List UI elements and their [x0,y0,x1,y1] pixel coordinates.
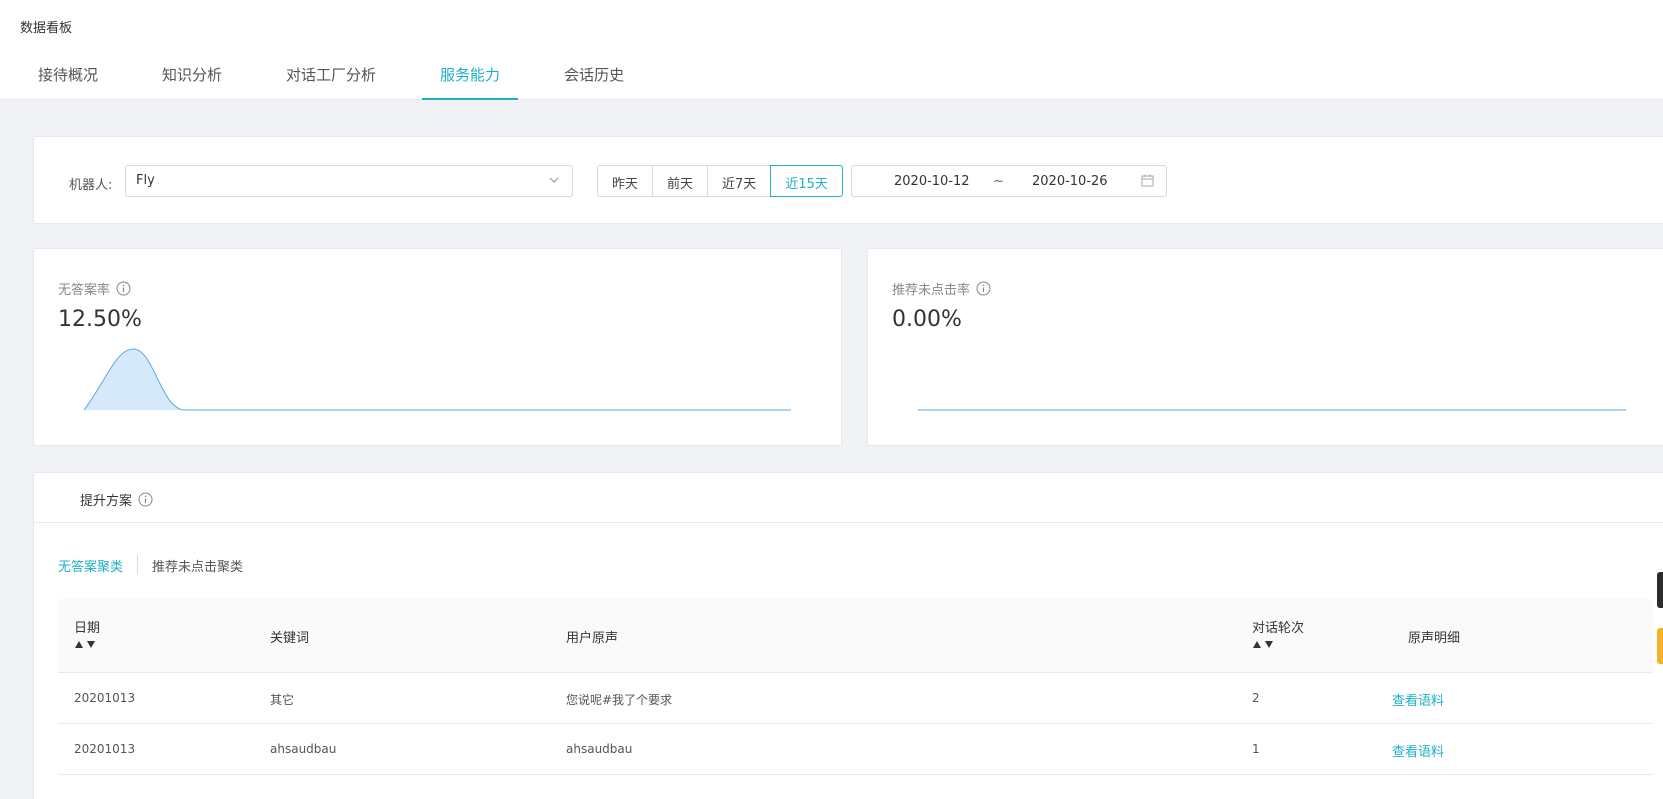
info-icon[interactable] [138,492,153,507]
tab-reception-overview[interactable]: 接待概况 [20,52,116,100]
filter-panel: 机器人: Fly 昨天 前天 近7天 近15天 2020-10-12 ~ 202… [33,136,1663,224]
info-icon[interactable] [976,281,991,296]
cell-date: 20201013 [74,742,136,756]
metric-card-recommend-unclicked-rate: 推荐未点击率 0.00% [867,248,1663,446]
cell-turns: 2 [1252,691,1260,705]
bot-select-value: Fly [136,173,155,188]
column-turns: 对话轮次 [1252,621,1305,636]
table-row: 20201013 ahsaudbau ahsaudbau 1 查看语料 [58,724,1653,775]
tab-knowledge-analysis[interactable]: 知识分析 [144,52,240,100]
cell-user-voice: ahsaudbau [566,742,633,756]
subtab-no-answer-cluster[interactable]: 无答案聚类 [58,556,123,575]
column-date: 日期 [74,621,101,636]
cell-keyword: ahsaudbau [270,742,337,756]
table-row: 20201013 其它 您说呢#我了个要求 2 查看语料 [58,673,1653,724]
metric-value: 12.50% [58,307,142,332]
column-keyword: 关键词 [270,631,310,646]
tab-session-history[interactable]: 会话历史 [546,52,642,100]
tab-dialog-factory-analysis[interactable]: 对话工厂分析 [268,52,394,100]
top-header: 数据看板 接待概况 知识分析 对话工厂分析 服务能力 会话历史 [0,0,1663,100]
no-answer-rate-chart [83,348,791,411]
column-user-voice: 用户原声 [566,631,619,646]
date-end: 2020-10-26 [1032,174,1108,189]
cell-user-voice: 您说呢#我了个要求 [566,693,673,707]
date-start: 2020-10-12 [894,174,970,189]
page-title: 数据看板 [20,21,73,36]
subtab-divider [137,555,139,575]
subtab-unclicked-cluster[interactable]: 推荐未点击聚类 [152,556,243,575]
cell-date: 20201013 [74,691,136,705]
side-float-tab-dark[interactable] [1657,572,1663,608]
date-range-picker[interactable]: 2020-10-12 ~ 2020-10-26 [851,165,1167,197]
calendar-icon [1141,174,1154,187]
range-7days-button[interactable]: 近7天 [707,165,772,197]
date-range-buttons: 昨天 前天 近7天 近15天 [597,165,843,197]
range-yesterday-button[interactable]: 昨天 [597,165,654,197]
view-corpus-link[interactable]: 查看语料 [1392,741,1444,760]
metric-value: 0.00% [892,307,962,332]
bot-label: 机器人: [69,178,113,193]
cluster-subtabs: 无答案聚类 推荐未点击聚类 [58,555,243,575]
column-voice-detail: 原声明细 [1408,631,1461,646]
recommend-unclicked-rate-chart [918,409,1626,411]
chart-series-line [83,348,791,411]
view-corpus-link[interactable]: 查看语料 [1392,690,1444,709]
chevron-down-icon [549,177,559,183]
metric-title: 无答案率 [58,283,111,298]
chart-area [84,349,791,410]
tab-service-capability[interactable]: 服务能力 [422,52,519,100]
sort-icon[interactable] [1252,639,1276,649]
cluster-table: 日期 关键词 用户原声 对话轮次 原声明细 20201013 其它 您说呢#我了… [58,599,1653,775]
plan-header: 提升方案 [34,473,1663,523]
sort-icon[interactable] [74,639,98,649]
date-separator: ~ [993,174,1004,189]
main-tabs: 接待概况 知识分析 对话工厂分析 服务能力 会话历史 [20,52,670,100]
improvement-plan-panel: 提升方案 无答案聚类 推荐未点击聚类 日期 关键词 用户原声 对话轮次 原声明细… [33,472,1663,799]
range-day-before-button[interactable]: 前天 [652,165,709,197]
info-icon[interactable] [116,281,131,296]
cell-turns: 1 [1252,742,1260,756]
range-15days-button[interactable]: 近15天 [770,165,843,197]
table-header: 日期 关键词 用户原声 对话轮次 原声明细 [58,599,1653,673]
metric-card-no-answer-rate: 无答案率 12.50% [33,248,842,446]
metric-title: 推荐未点击率 [892,283,971,298]
side-float-tab-yellow[interactable] [1657,628,1663,664]
cell-keyword: 其它 [270,693,295,707]
plan-title: 提升方案 [80,494,133,509]
bot-select[interactable]: Fly [125,165,573,197]
